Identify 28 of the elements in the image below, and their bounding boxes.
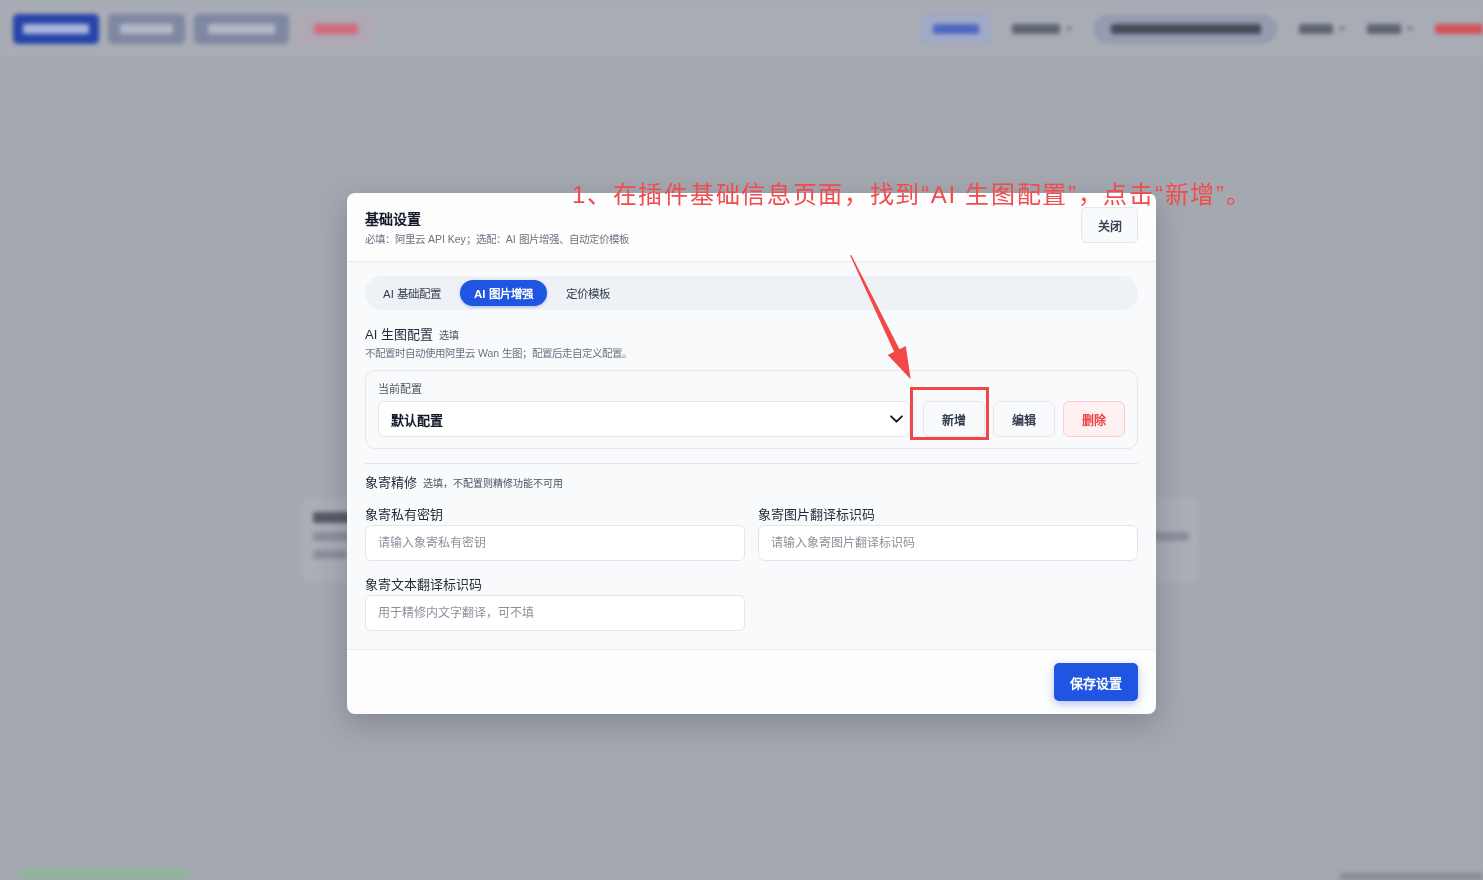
blurred-button[interactable] (108, 13, 185, 44)
add-button[interactable]: 新增 (923, 401, 985, 437)
dialog-subtitle: 必填：阿里云 API Key；选配：AI 图片增强、自动定价模板 (365, 232, 629, 246)
tab[interactable]: AI 基础配置 (369, 280, 456, 306)
close-button[interactable]: 关闭 (1081, 207, 1138, 243)
field-label: 象寄文本翻译标识码 (365, 577, 483, 593)
input-field[interactable]: 用于精修内文字翻译，可不填 (365, 595, 745, 631)
dialog-title: 基础设置 (365, 210, 422, 228)
optional-tag: 选填 (438, 330, 459, 342)
chevron-down-icon (890, 415, 903, 423)
tab[interactable]: AI 图片增强 (460, 280, 547, 306)
section-note: 选填，不配置则精修功能不可用 (423, 478, 563, 490)
annotation-text: 1、在插件基础信息页面，找到“AI 生图配置”，点击“新增”。 (572, 181, 1252, 209)
section-title: AI 生图配置 (365, 327, 433, 343)
edit-button[interactable]: 编辑 (993, 401, 1055, 437)
section-title: 象寄精修 (365, 475, 417, 491)
input-field[interactable]: 请输入象寄图片翻译标识码 (758, 525, 1138, 561)
blurred-button[interactable] (13, 13, 99, 44)
field-label: 当前配置 (378, 382, 423, 396)
save-button[interactable]: 保存设置 (1054, 663, 1138, 701)
section-description: 不配置时自动使用阿里云 Wan 生图；配置后走自定义配置。 (365, 346, 634, 360)
config-select[interactable]: 默认配置 (378, 401, 910, 437)
input-field[interactable]: 请输入象寄私有密钥 (365, 525, 745, 561)
field-label: 象寄私有密钥 (365, 507, 444, 523)
field-label: 象寄图片翻译标识码 (758, 507, 876, 523)
blurred-button[interactable] (921, 14, 990, 43)
blurred-button[interactable] (194, 13, 289, 44)
tab[interactable]: 定价模板 (551, 280, 624, 306)
